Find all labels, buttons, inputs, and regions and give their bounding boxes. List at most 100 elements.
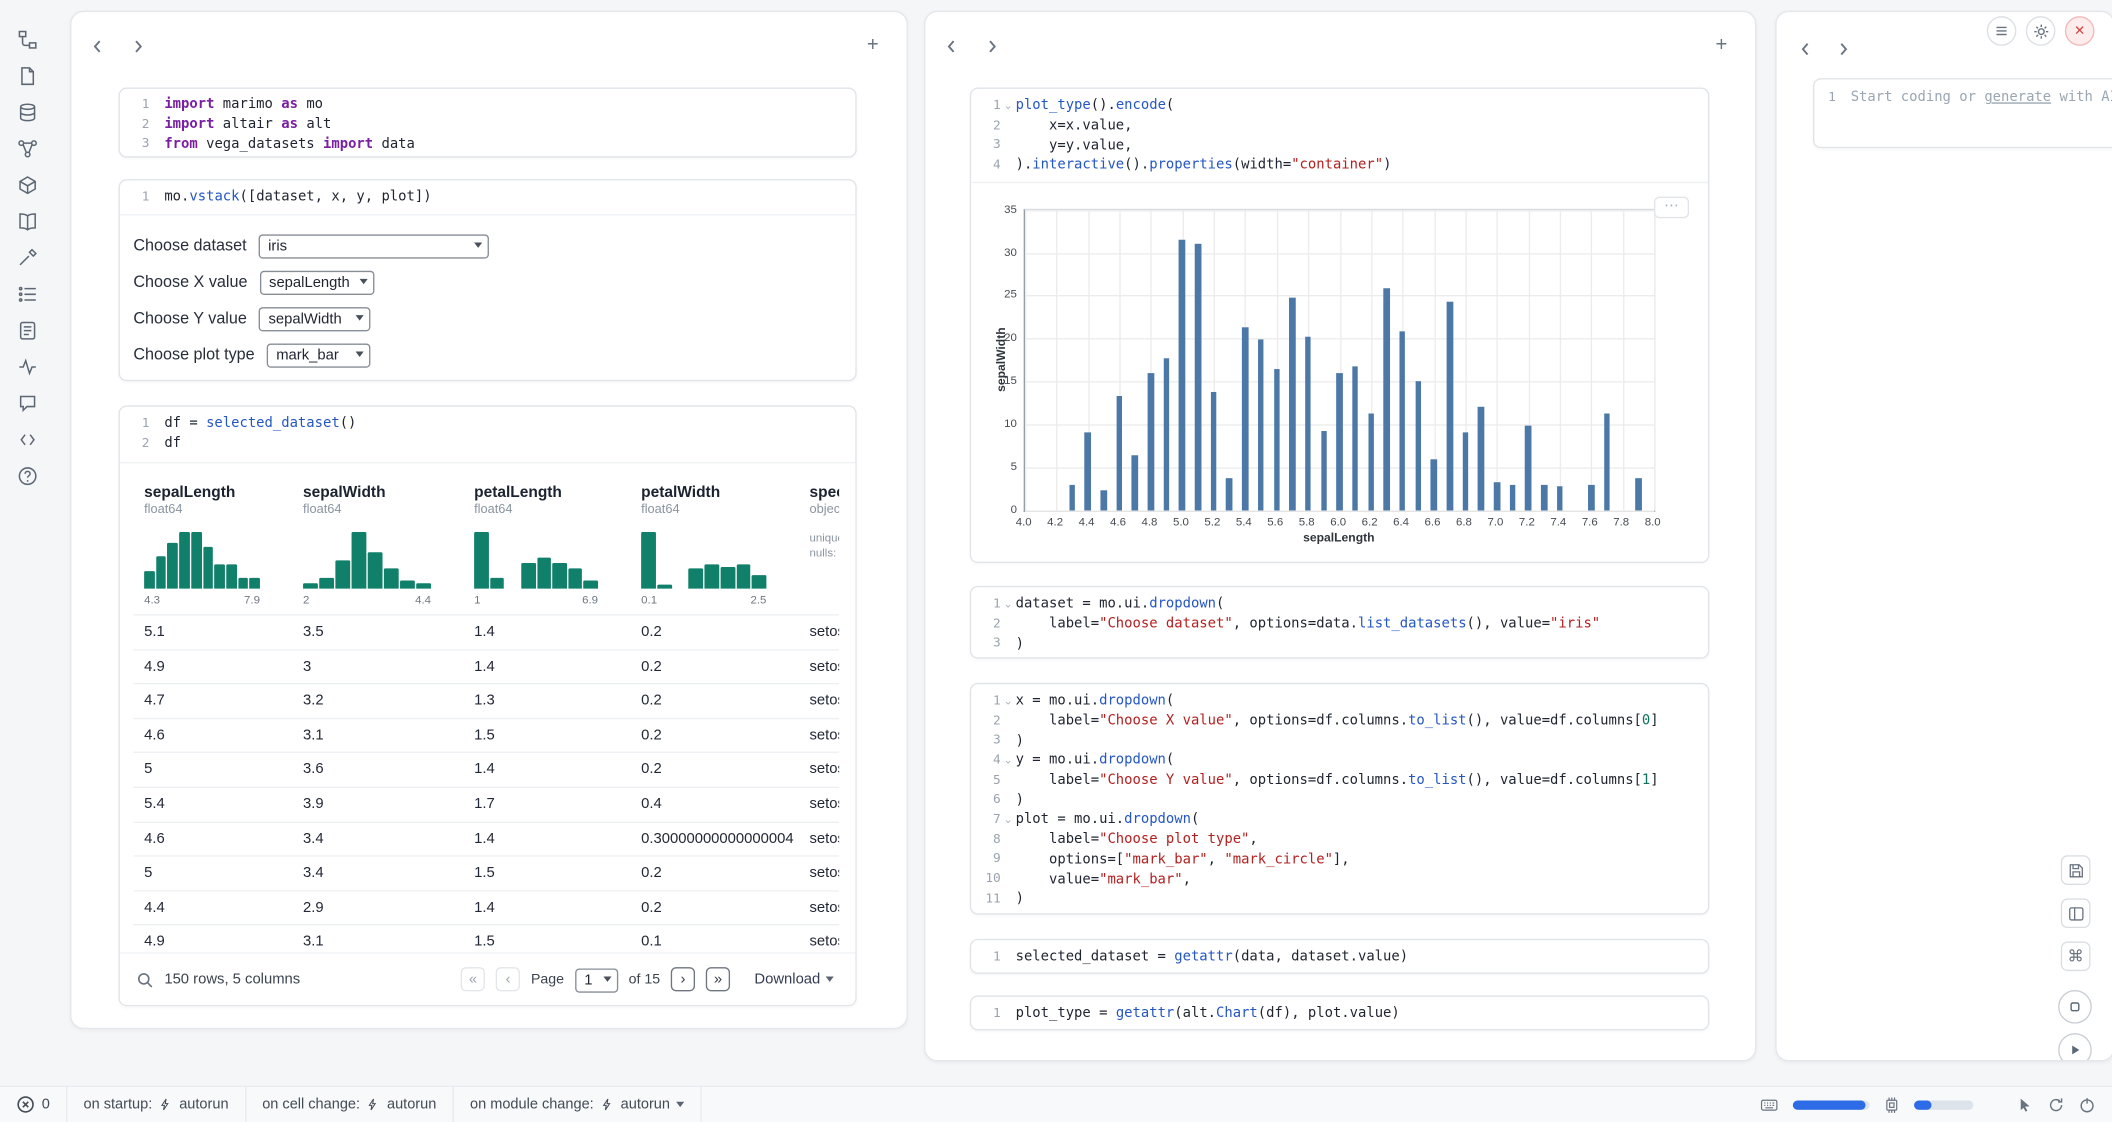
code-editor[interactable]: 1⌄plot_type().encode(2 x=x.value,3 y=y.v… — [971, 89, 1708, 182]
datasets-button[interactable] — [15, 100, 39, 124]
table-cell: setosa — [799, 788, 839, 821]
table-row[interactable]: 5.43.91.70.4setosa — [133, 787, 839, 821]
column-header-sepalWidth[interactable]: sepalWidthfloat6424.4 — [292, 482, 463, 614]
file-explorer-button[interactable] — [15, 27, 39, 51]
errors-indicator[interactable]: 0 — [0, 1087, 66, 1122]
table-row[interactable]: 4.931.40.2setosa — [133, 649, 839, 683]
plot-type-cell[interactable]: 1plot_type = getattr(alt.Chart(df), plot… — [970, 995, 1709, 1030]
on-startup-setting[interactable]: on startup: autorun — [67, 1087, 244, 1122]
hist-bar — [203, 546, 213, 588]
scroll-left-button[interactable] — [82, 31, 112, 61]
table-row[interactable]: 53.41.50.2setosa — [133, 856, 839, 890]
imports-cell[interactable]: 1import marimo as mo2import altair as al… — [119, 88, 857, 158]
dataframe-output: sepalLengthfloat644.37.9sepalWidthfloat6… — [120, 462, 855, 1005]
code-editor[interactable]: 1⌄x = mo.ui.dropdown(2 label="Choose X v… — [971, 684, 1708, 914]
notebook-menu-button[interactable] — [1987, 16, 2017, 46]
table-row[interactable]: 4.73.21.30.2setosa — [133, 683, 839, 717]
chevron-right-icon — [129, 37, 147, 55]
settings-button[interactable] — [2026, 16, 2056, 46]
documentation-icon — [17, 211, 37, 231]
column-header-petalWidth[interactable]: petalWidthfloat640.12.5 — [630, 482, 798, 614]
chat-button[interactable] — [15, 391, 39, 415]
tracing-button[interactable] — [15, 354, 39, 378]
fold-icon[interactable]: ⌄ — [1001, 598, 1016, 610]
altair-chart[interactable] — [1024, 208, 1656, 511]
add-cell-button[interactable]: + — [1707, 31, 1737, 61]
column-header-species[interactable]: speciesobjectuniquenulls: — [799, 482, 839, 614]
plot-type-select[interactable]: mark_bar — [267, 343, 371, 367]
column-header-sepalLength[interactable]: sepalLengthfloat644.37.9 — [133, 482, 292, 614]
sync-icon[interactable] — [2047, 1096, 2065, 1114]
fold-icon[interactable]: ⌄ — [1001, 814, 1016, 826]
fold-icon[interactable]: ⌄ — [1001, 99, 1016, 111]
dependency-graph-button[interactable] — [15, 136, 39, 160]
add-cell-button[interactable]: + — [858, 31, 888, 61]
snippets-button[interactable] — [15, 318, 39, 342]
command-palette-button[interactable]: ⌘ — [2061, 942, 2091, 972]
documentation-button[interactable] — [15, 209, 39, 233]
table-cell: 3.2 — [292, 684, 463, 717]
chart-menu-button[interactable]: ⋯ — [1654, 196, 1689, 218]
vstack-cell[interactable]: 1mo.vstack([dataset, x, y, plot]) Choose… — [119, 179, 857, 381]
search-icon[interactable] — [136, 970, 154, 988]
packages-button[interactable] — [15, 172, 39, 196]
code-editor[interactable]: 1selected_dataset = getattr(data, datase… — [971, 940, 1708, 973]
code-editor[interactable]: 1⌄dataset = mo.ui.dropdown(2 label="Choo… — [971, 587, 1708, 658]
table-row[interactable]: 5.13.51.40.2setosa — [133, 614, 839, 648]
scroll-right-button[interactable] — [977, 31, 1007, 61]
fold-icon[interactable]: ⌄ — [1001, 754, 1016, 766]
notebook-file-button[interactable] — [15, 63, 39, 87]
next-page-button[interactable]: › — [671, 967, 695, 991]
code-editor[interactable]: 1df = selected_dataset()2df — [120, 407, 855, 460]
table-row[interactable]: 53.61.40.2setosa — [133, 752, 839, 786]
interrupt-button[interactable] — [2058, 990, 2092, 1024]
chart-bar — [1258, 339, 1264, 510]
code-editor[interactable]: 1plot_type = getattr(alt.Chart(df), plot… — [971, 997, 1708, 1030]
on-module-change-setting[interactable]: on module change: autorun — [454, 1087, 701, 1122]
on-cell-change-setting[interactable]: on cell change: autorun — [246, 1087, 452, 1122]
chat-icon — [17, 393, 37, 413]
snippets-icon — [17, 320, 37, 340]
code-line: 3from vega_datasets import data — [128, 134, 845, 154]
dataset-dropdown-cell[interactable]: 1⌄dataset = mo.ui.dropdown(2 label="Choo… — [970, 586, 1709, 659]
y-value-select[interactable]: sepalWidth — [259, 307, 371, 331]
last-page-button[interactable]: » — [706, 967, 730, 991]
scratchpad-button[interactable] — [15, 427, 39, 451]
dataset-select[interactable]: iris — [259, 234, 489, 258]
widgets-cell[interactable]: 1⌄x = mo.ui.dropdown(2 label="Choose X v… — [970, 683, 1709, 915]
prev-page-button[interactable]: ‹ — [496, 967, 520, 991]
pointer-icon[interactable] — [2016, 1096, 2034, 1114]
table-cell: 3.4 — [292, 822, 463, 855]
scroll-right-button[interactable] — [1828, 34, 1858, 64]
table-row[interactable]: 4.63.11.50.2setosa — [133, 718, 839, 752]
table-row[interactable]: 4.63.41.40.30000000000000004setosa — [133, 821, 839, 855]
help-button[interactable] — [15, 463, 39, 487]
generate-link[interactable]: generate — [1984, 89, 2051, 105]
table-row[interactable]: 4.42.91.40.2setosa — [133, 890, 839, 924]
chart-bar — [1635, 478, 1641, 511]
power-icon[interactable] — [2078, 1096, 2096, 1114]
layout-button[interactable] — [2061, 898, 2091, 928]
table-cell: 3 — [292, 650, 463, 683]
plot-cell[interactable]: 1⌄plot_type().encode(2 x=x.value,3 y=y.v… — [970, 88, 1709, 563]
y-tick-label: 15 — [982, 373, 1017, 386]
first-page-button[interactable]: « — [461, 967, 485, 991]
save-button[interactable] — [2061, 855, 2091, 885]
code-editor[interactable]: 1import marimo as mo2import altair as al… — [120, 89, 855, 158]
table-cell: 3.1 — [292, 719, 463, 752]
column-header-petalLength[interactable]: petalLengthfloat6416.9 — [463, 482, 630, 614]
scroll-left-button[interactable] — [1790, 34, 1820, 64]
page-select[interactable]: 1 — [575, 968, 618, 992]
x-value-select[interactable]: sepalLength — [260, 270, 374, 294]
download-button[interactable]: Download — [754, 971, 833, 987]
dataframe-cell[interactable]: 1df = selected_dataset()2df sepalLengthf… — [119, 405, 857, 1006]
scroll-left-button[interactable] — [936, 31, 966, 61]
selected-dataset-cell[interactable]: 1selected_dataset = getattr(data, datase… — [970, 939, 1709, 974]
run-button[interactable] — [2058, 1033, 2092, 1061]
code-editor[interactable]: 1mo.vstack([dataset, x, y, plot]) — [120, 180, 855, 213]
scroll-right-button[interactable] — [123, 31, 153, 61]
fold-icon[interactable]: ⌄ — [1001, 695, 1016, 707]
outline-button[interactable] — [15, 282, 39, 306]
utilities-button[interactable] — [15, 245, 39, 269]
keyboard-icon[interactable] — [1759, 1096, 1779, 1114]
